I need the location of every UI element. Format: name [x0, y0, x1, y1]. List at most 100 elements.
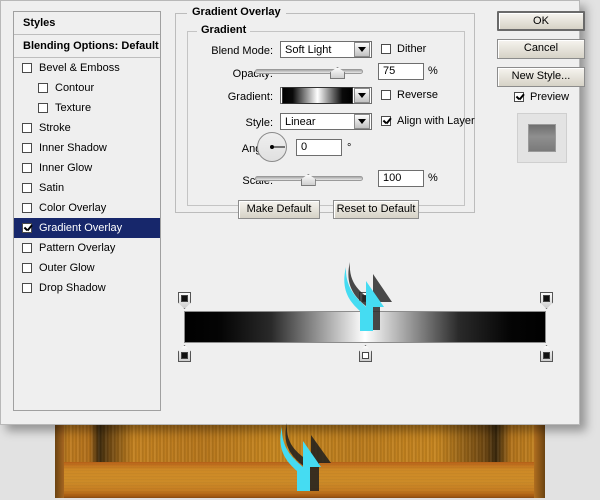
opacity-input[interactable]: 75 [378, 63, 424, 80]
chevron-down-icon[interactable] [354, 114, 370, 129]
style-item-label: Outer Glow [39, 258, 95, 278]
angle-unit: ° [347, 142, 351, 154]
preview-checkbox-row[interactable]: Preview [514, 91, 569, 103]
reverse-checkbox-row[interactable]: Reverse [381, 89, 438, 101]
wood-left-edge [55, 420, 64, 498]
style-item-checkbox[interactable] [22, 283, 32, 293]
style-label: Style: [191, 117, 273, 129]
new-style-button[interactable]: New Style... [497, 67, 585, 87]
style-item-checkbox[interactable] [22, 223, 32, 233]
opacity-slider-track [255, 69, 363, 74]
blending-options-item[interactable]: Blending Options: Default [14, 35, 160, 58]
scale-slider[interactable] [255, 172, 363, 184]
cancel-button[interactable]: Cancel [497, 39, 585, 59]
style-item-label: Pattern Overlay [39, 238, 115, 258]
style-item-checkbox[interactable] [22, 243, 32, 253]
style-item-checkbox[interactable] [22, 63, 32, 73]
style-item-checkbox[interactable] [22, 143, 32, 153]
ok-button[interactable]: OK [497, 11, 585, 31]
gradient-overlay-title: Gradient Overlay [187, 6, 286, 18]
chevron-down-icon[interactable] [354, 88, 370, 103]
preview-label: Preview [530, 91, 569, 103]
style-item-label: Color Overlay [39, 198, 106, 218]
gradient-label: Gradient: [191, 91, 273, 103]
style-item-checkbox[interactable] [22, 263, 32, 273]
style-item-label: Drop Shadow [39, 278, 106, 298]
style-item-bevel-emboss[interactable]: Bevel & Emboss [14, 58, 160, 78]
style-item-outer-glow[interactable]: Outer Glow [14, 258, 160, 278]
style-item-stroke[interactable]: Stroke [14, 118, 160, 138]
angle-dial[interactable] [257, 132, 287, 162]
stop-swatch [362, 352, 369, 359]
gradient-opacity-stop[interactable] [359, 292, 372, 309]
stop-swatch [362, 295, 369, 302]
dither-label: Dither [397, 43, 426, 55]
style-select[interactable]: Linear [280, 113, 372, 130]
gradient-color-stop[interactable] [540, 345, 553, 362]
style-item-inner-shadow[interactable]: Inner Shadow [14, 138, 160, 158]
style-item-inner-glow[interactable]: Inner Glow [14, 158, 160, 178]
chevron-down-icon[interactable] [354, 42, 370, 57]
stop-swatch [181, 352, 188, 359]
gradient-opacity-stop[interactable] [178, 292, 191, 309]
dither-checkbox[interactable] [381, 44, 391, 54]
align-with-layer-row[interactable]: Align with Layer [381, 115, 475, 127]
style-item-texture[interactable]: Texture [14, 98, 160, 118]
stop-swatch [543, 295, 550, 302]
style-item-color-overlay[interactable]: Color Overlay [14, 198, 160, 218]
style-item-checkbox[interactable] [22, 163, 32, 173]
style-item-checkbox[interactable] [38, 83, 48, 93]
gradient-picker[interactable] [280, 87, 372, 104]
style-item-label: Stroke [39, 118, 71, 138]
reverse-label: Reverse [397, 89, 438, 101]
scale-unit: % [428, 172, 438, 184]
opacity-unit: % [428, 65, 438, 77]
align-with-layer-label: Align with Layer [397, 115, 475, 127]
style-item-checkbox[interactable] [22, 183, 32, 193]
style-item-label: Satin [39, 178, 64, 198]
style-item-label: Inner Glow [39, 158, 92, 178]
stop-swatch [543, 352, 550, 359]
blend-mode-label: Blend Mode: [191, 45, 273, 57]
style-item-label: Inner Shadow [39, 138, 107, 158]
style-item-checkbox[interactable] [38, 103, 48, 113]
wood-panel-upper [55, 420, 545, 462]
scale-input[interactable]: 100 [378, 170, 424, 187]
layer-style-dialog: Styles Blending Options: Default Bevel &… [0, 0, 580, 425]
preview-thumbnail-shape [528, 124, 556, 152]
reverse-checkbox[interactable] [381, 90, 391, 100]
angle-input[interactable]: 0 [296, 139, 342, 156]
blend-mode-select[interactable]: Soft Light [280, 41, 372, 58]
preview-thumbnail [517, 113, 567, 163]
gradient-subgroup-title: Gradient [197, 24, 250, 36]
style-item-label: Bevel & Emboss [39, 58, 120, 78]
reset-to-default-button[interactable]: Reset to Default [333, 200, 419, 219]
make-default-button[interactable]: Make Default [238, 200, 320, 219]
styles-list: Bevel & EmbossContourTextureStrokeInner … [14, 58, 160, 298]
wood-background [55, 420, 545, 498]
style-value: Linear [281, 116, 354, 128]
gradient-color-stop[interactable] [178, 345, 191, 362]
preview-checkbox[interactable] [514, 92, 524, 102]
dither-checkbox-row[interactable]: Dither [381, 43, 426, 55]
angle-dial-hub [270, 145, 274, 149]
gradient-preview-swatch[interactable] [282, 87, 353, 104]
align-with-layer-checkbox[interactable] [381, 116, 391, 126]
gradient-color-stop[interactable] [359, 345, 372, 362]
style-item-label: Contour [55, 78, 94, 98]
gradient-editor[interactable] [184, 311, 546, 343]
style-item-gradient-overlay[interactable]: Gradient Overlay [14, 218, 160, 238]
style-item-satin[interactable]: Satin [14, 178, 160, 198]
style-item-checkbox[interactable] [22, 123, 32, 133]
style-item-contour[interactable]: Contour [14, 78, 160, 98]
style-item-checkbox[interactable] [22, 203, 32, 213]
style-item-label: Gradient Overlay [39, 218, 122, 238]
style-item-drop-shadow[interactable]: Drop Shadow [14, 278, 160, 298]
style-item-label: Texture [55, 98, 91, 118]
gradient-opacity-stop[interactable] [540, 292, 553, 309]
opacity-slider[interactable] [255, 65, 363, 77]
styles-panel-header: Styles [14, 12, 160, 35]
gradient-editor-bar[interactable] [184, 311, 546, 343]
style-item-pattern-overlay[interactable]: Pattern Overlay [14, 238, 160, 258]
blend-mode-value: Soft Light [281, 44, 354, 56]
